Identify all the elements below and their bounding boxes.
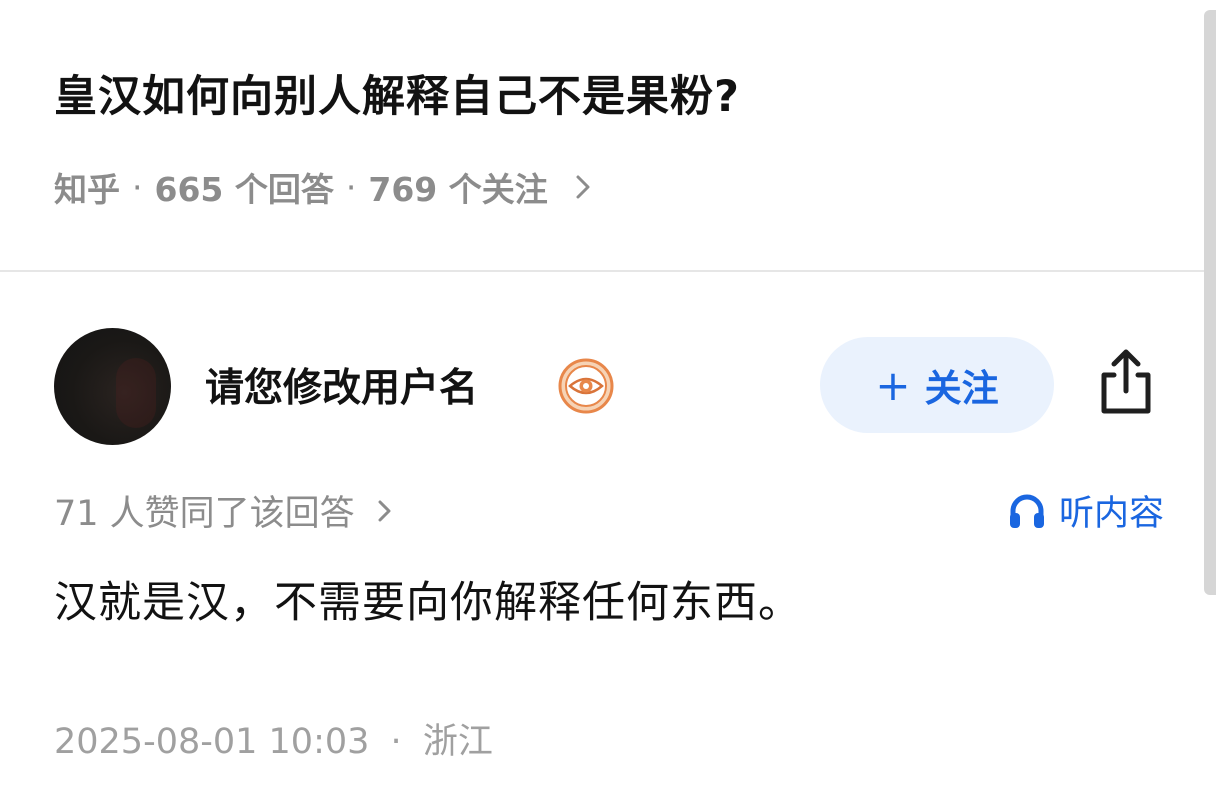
share-icon[interactable] (1094, 345, 1158, 419)
timestamp: 2025-08-01 10:03 (54, 722, 370, 762)
avatar[interactable] (54, 328, 171, 445)
scrollbar[interactable] (1204, 10, 1216, 595)
location: 浙江 (422, 722, 493, 762)
zhihu-answer-page: 皇汉如何向别人解释自己不是果粉? 知乎 · 665 个回答 · 769 个关注 … (0, 0, 1216, 802)
follow-button[interactable]: + 关注 (820, 337, 1054, 433)
listen-button[interactable]: 听内容 (1007, 485, 1164, 536)
listen-label: 听内容 (1058, 494, 1164, 534)
question-meta[interactable]: 知乎 · 665 个回答 · 769 个关注 (54, 163, 598, 211)
author-name[interactable]: 请您修改用户名 (205, 357, 478, 413)
headphone-icon (1009, 494, 1044, 528)
separator-dot: · (345, 167, 357, 207)
upvote-label: 71 人赞同了该回答 (54, 494, 355, 534)
source-label: 知乎 (54, 170, 120, 209)
chevron-right-icon (378, 500, 391, 521)
separator-dot: · (390, 722, 402, 762)
eye-badge-icon (558, 358, 614, 414)
chevron-right-icon (576, 175, 590, 199)
divider (0, 270, 1204, 272)
answer-meta: 2025-08-01 10:03 · 浙江 (54, 713, 493, 764)
followers-count: 769 个关注 (368, 170, 548, 209)
separator-dot: · (132, 167, 143, 207)
follow-label: 关注 (924, 367, 999, 410)
upvote-summary[interactable]: 71 人赞同了该回答 (54, 485, 397, 536)
plus-icon: + (875, 360, 911, 410)
question-title[interactable]: 皇汉如何向别人解释自己不是果粉? (54, 62, 740, 124)
answers-count: 665 个回答 (154, 170, 334, 209)
answer-content[interactable]: 汉就是汉，不需要向你解释任何东西。 (54, 568, 802, 630)
